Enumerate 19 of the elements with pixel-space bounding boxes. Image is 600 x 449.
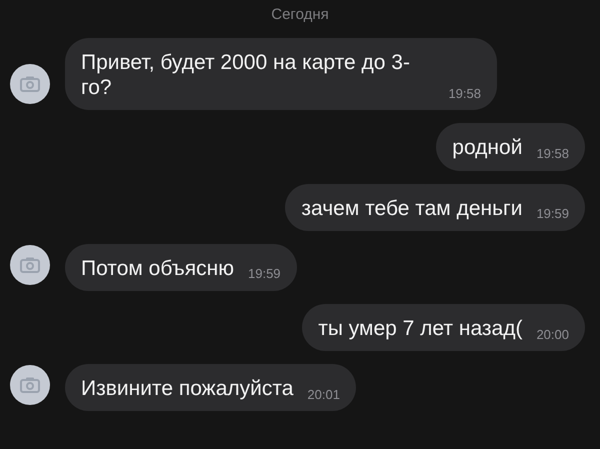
- message-time: 20:00: [536, 326, 569, 342]
- message-text: Потом объясню: [81, 256, 234, 281]
- avatar[interactable]: [10, 244, 50, 285]
- message-text: родной: [452, 135, 522, 161]
- message-time: 20:01: [307, 386, 340, 402]
- camera-icon: [20, 76, 40, 92]
- message-text: зачем тебе там деньги: [301, 196, 522, 221]
- message-text: Привет, будет 2000 на карте до 3-го?: [81, 50, 411, 100]
- avatar[interactable]: [10, 64, 50, 104]
- message-time: 19:58: [448, 86, 481, 102]
- date-label: Сегодня: [271, 6, 329, 23]
- message-text: Извините пожалуйста: [81, 376, 294, 402]
- message-time: 19:59: [248, 266, 281, 282]
- message-time: 19:58: [536, 146, 569, 162]
- message-time: 19:59: [536, 206, 569, 222]
- camera-icon: [20, 256, 40, 273]
- avatar[interactable]: [10, 365, 50, 406]
- camera-icon: [20, 377, 40, 394]
- message-text: ты умер 7 лет назад(: [318, 316, 522, 342]
